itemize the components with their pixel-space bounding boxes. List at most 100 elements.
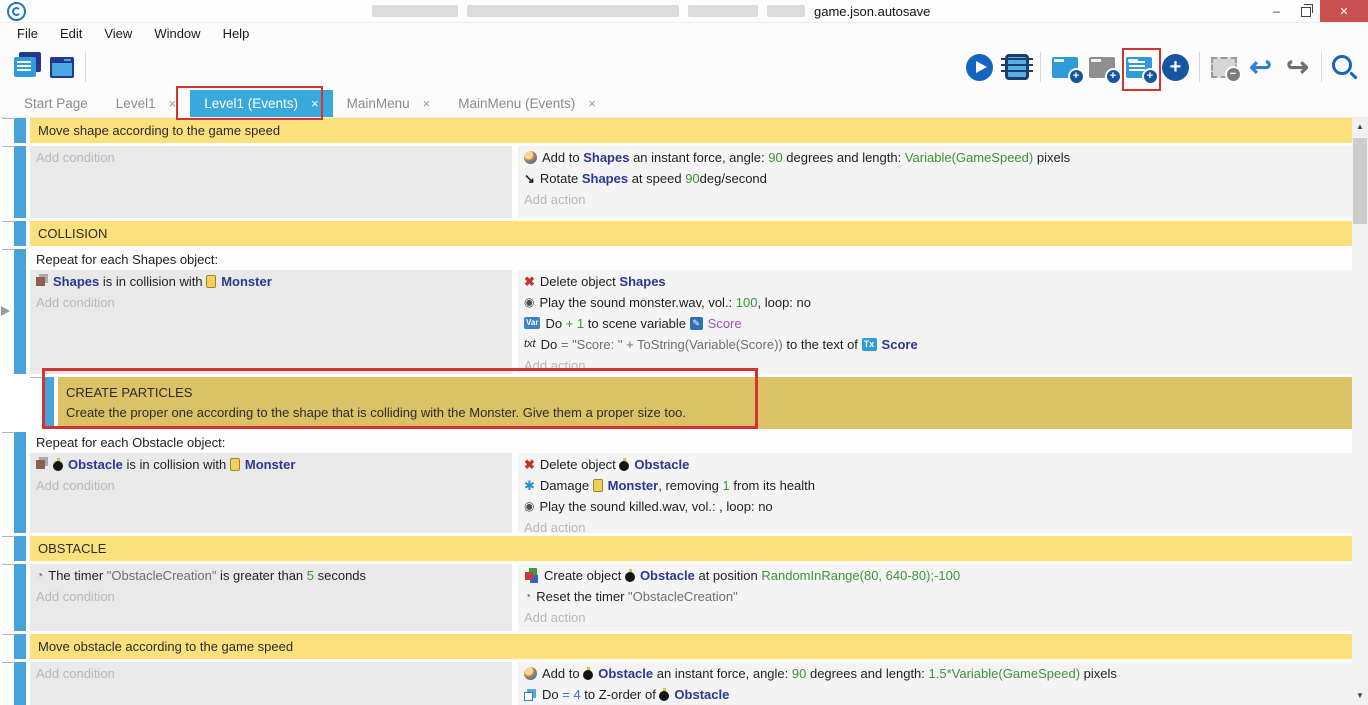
event-line[interactable]: ◉Play the sound monster.wav, vol.: 100, … (524, 292, 1346, 313)
undo-button[interactable]: ↩ (1242, 47, 1279, 87)
event-line[interactable]: ✖Delete object Obstacle (524, 454, 1346, 475)
add-placeholder[interactable]: Add action (524, 189, 1346, 210)
event-selection-bar[interactable] (14, 221, 26, 246)
comment-row[interactable]: Move shape according to the game speed (30, 118, 1352, 143)
event-selection-bar[interactable] (14, 634, 26, 659)
menu-item-window[interactable]: Window (143, 23, 211, 44)
tab-start-page[interactable]: Start Page (10, 90, 102, 117)
event-row[interactable]: Repeat for each Obstacle object:Obstacle… (30, 432, 1352, 533)
comment-text: Move obstacle according to the game spee… (38, 637, 1344, 656)
event-line[interactable]: ✱Damage Monster, removing 1 from its hea… (524, 475, 1346, 496)
actions-column[interactable]: Add to Obstacle an instant force, angle:… (518, 662, 1352, 705)
add-external-events-button[interactable] (1083, 47, 1120, 87)
event-line[interactable]: Shapes is in collision with Monster (36, 271, 506, 292)
event-line[interactable]: txtDo = "Score: " + ToString(Variable(Sc… (524, 334, 1346, 355)
vertical-scrollbar[interactable]: ▲ ▼ (1352, 118, 1368, 705)
conditions-column[interactable]: Obstacle is in collision with MonsterAdd… (30, 453, 512, 533)
conditions-column[interactable]: Shapes is in collision with MonsterAdd c… (30, 270, 512, 374)
add-object-button[interactable] (1157, 47, 1194, 87)
add-events-button[interactable] (1120, 47, 1157, 87)
add-placeholder[interactable]: Add condition (36, 586, 506, 607)
restore-button[interactable] (1291, 0, 1320, 22)
play-button[interactable] (961, 47, 998, 87)
tab-mainmenu-events-[interactable]: MainMenu (Events)× (444, 90, 610, 117)
foreach-header[interactable]: Repeat for each Obstacle object: (30, 432, 1352, 453)
actions-column[interactable]: ✖Delete object Obstacle✱Damage Monster, … (518, 453, 1352, 533)
event-selection-bar[interactable] (14, 118, 26, 143)
conditions-column[interactable]: Add condition (30, 662, 512, 705)
minimize-button[interactable]: – (1262, 0, 1291, 22)
event-row[interactable]: Add condition Add to Obstacle an instant … (30, 662, 1352, 705)
event-selection-bar[interactable] (14, 432, 26, 533)
tab-close-icon[interactable]: × (169, 96, 177, 111)
tab-close-icon[interactable]: × (311, 96, 319, 111)
app-logo-icon (7, 2, 26, 21)
comment-row[interactable]: COLLISION (30, 221, 1352, 246)
event-line[interactable]: ◉Play the sound killed.wav, vol.: , loop… (524, 496, 1346, 517)
project-manager-button[interactable] (6, 47, 43, 87)
actions-column[interactable]: ✖Delete object Shapes◉Play the sound mon… (518, 270, 1352, 374)
indent-spacer (0, 377, 28, 429)
text-segment: at speed (628, 171, 685, 186)
event-line[interactable]: Do = 4 to Z-order of Obstacle (524, 684, 1346, 705)
search-button[interactable] (1327, 47, 1364, 87)
event-selection-bar[interactable] (14, 249, 26, 374)
event-row[interactable]: ◔The timer "ObstacleCreation" is greater… (30, 564, 1352, 631)
add-placeholder[interactable]: Add action (524, 607, 1346, 628)
comment-row[interactable]: Move obstacle according to the game spee… (30, 634, 1352, 659)
tab-mainmenu[interactable]: MainMenu× (333, 90, 445, 117)
add-scene-button[interactable] (1046, 47, 1083, 87)
event-selection-bar[interactable] (14, 536, 26, 561)
tab-close-icon[interactable]: × (423, 96, 431, 111)
comment-row[interactable]: OBSTACLE (30, 536, 1352, 561)
conditions-column[interactable]: ◔The timer "ObstacleCreation" is greater… (30, 564, 512, 631)
tab-bar: Start PageLevel1×Level1 (Events)×MainMen… (0, 90, 1368, 118)
event-row[interactable]: Add condition Add to Shapes an instant fo… (30, 146, 1352, 218)
text-segment: RandomInRange(80, 640-80);-100 (761, 568, 960, 583)
event-line[interactable]: Add to Shapes an instant force, angle: 9… (524, 147, 1346, 168)
event-gutter (0, 662, 14, 705)
menu-item-file[interactable]: File (6, 23, 49, 44)
text-segment: Obstacle (640, 568, 695, 583)
deselect-button[interactable] (1205, 47, 1242, 87)
event-line[interactable]: VarDo + 1 to scene variable ✎Score (524, 313, 1346, 334)
comment-row[interactable]: CREATE PARTICLESCreate the proper one ac… (58, 377, 1352, 429)
event-selection-bar[interactable] (14, 662, 26, 705)
menu-item-view[interactable]: View (93, 23, 143, 44)
add-placeholder[interactable]: Add action (524, 355, 1346, 374)
event-line[interactable]: Create object Obstacle at position Rando… (524, 565, 1346, 586)
actions-column[interactable]: Add to Shapes an instant force, angle: 9… (518, 146, 1352, 218)
event-block: Add condition Add to Obstacle an instant … (0, 662, 1352, 705)
text-segment: Add action (524, 192, 585, 207)
add-placeholder[interactable]: Add condition (36, 147, 506, 168)
event-selection-bar[interactable] (14, 564, 26, 631)
scroll-up-icon[interactable]: ▲ (1352, 119, 1368, 135)
conditions-column[interactable]: Add condition (30, 146, 512, 218)
add-placeholder[interactable]: Add action (524, 517, 1346, 533)
event-line[interactable]: Obstacle is in collision with Monster (36, 454, 506, 475)
foreach-header[interactable]: Repeat for each Shapes object: (30, 249, 1352, 270)
event-line[interactable]: ✖Delete object Shapes (524, 271, 1346, 292)
actions-column[interactable]: Create object Obstacle at position Rando… (518, 564, 1352, 631)
event-line[interactable]: ◔Reset the timer "ObstacleCreation" (524, 586, 1346, 607)
event-line[interactable]: ◔The timer "ObstacleCreation" is greater… (36, 565, 506, 586)
add-placeholder[interactable]: Add condition (36, 475, 506, 496)
debug-button[interactable] (998, 47, 1035, 87)
menu-item-help[interactable]: Help (212, 23, 261, 44)
redo-button[interactable]: ↪ (1279, 47, 1316, 87)
event-selection-bar[interactable] (42, 377, 54, 429)
close-button[interactable]: ✕ (1320, 0, 1368, 22)
event-line[interactable]: Add to Obstacle an instant force, angle:… (524, 663, 1346, 684)
scroll-down-icon[interactable]: ▼ (1352, 688, 1368, 704)
event-row[interactable]: Repeat for each Shapes object:Shapes is … (30, 249, 1352, 374)
tab-level1-events-[interactable]: Level1 (Events)× (190, 90, 332, 117)
event-line[interactable]: ↘Rotate Shapes at speed 90deg/second (524, 168, 1346, 189)
menu-item-edit[interactable]: Edit (49, 23, 93, 44)
tab-close-icon[interactable]: × (588, 96, 596, 111)
event-selection-bar[interactable] (14, 146, 26, 218)
scene-editor-button[interactable] (43, 47, 80, 87)
add-placeholder[interactable]: Add condition (36, 292, 506, 313)
scroll-thumb[interactable] (1353, 138, 1367, 224)
tab-level1[interactable]: Level1× (102, 90, 190, 117)
add-placeholder[interactable]: Add condition (36, 663, 506, 684)
